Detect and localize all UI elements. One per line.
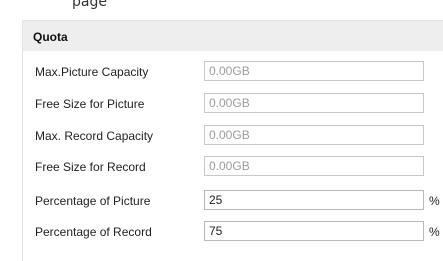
percentage-picture-label: Percentage of Picture [35,194,151,208]
percentage-record-unit: % [429,225,440,239]
percentage-picture-input[interactable] [204,190,424,210]
free-size-picture-label: Free Size for Picture [35,97,145,111]
free-size-picture-field [204,93,424,113]
max-picture-capacity-label: Max.Picture Capacity [35,65,149,79]
max-record-capacity-field [204,125,424,145]
previous-section-text: page [72,0,107,10]
free-size-record-label: Free Size for Record [35,160,146,174]
row-max-picture-capacity: Max.Picture Capacity [23,61,443,83]
free-size-record-field [204,156,424,176]
row-free-size-picture: Free Size for Picture [23,93,443,115]
percentage-picture-unit: % [429,194,440,208]
percentage-record-input[interactable] [204,221,424,241]
row-percentage-picture: Percentage of Picture % [23,190,443,212]
max-record-capacity-label: Max. Record Capacity [35,129,154,143]
percentage-record-label: Percentage of Record [35,225,152,239]
row-free-size-record: Free Size for Record [23,156,443,178]
quota-header: Quota [23,21,443,51]
row-max-record-capacity: Max. Record Capacity [23,125,443,147]
row-percentage-record: Percentage of Record % [23,221,443,243]
quota-title: Quota [33,30,68,44]
quota-panel: Quota Max.Picture Capacity Free Size for… [22,20,443,261]
max-picture-capacity-field [204,61,424,81]
